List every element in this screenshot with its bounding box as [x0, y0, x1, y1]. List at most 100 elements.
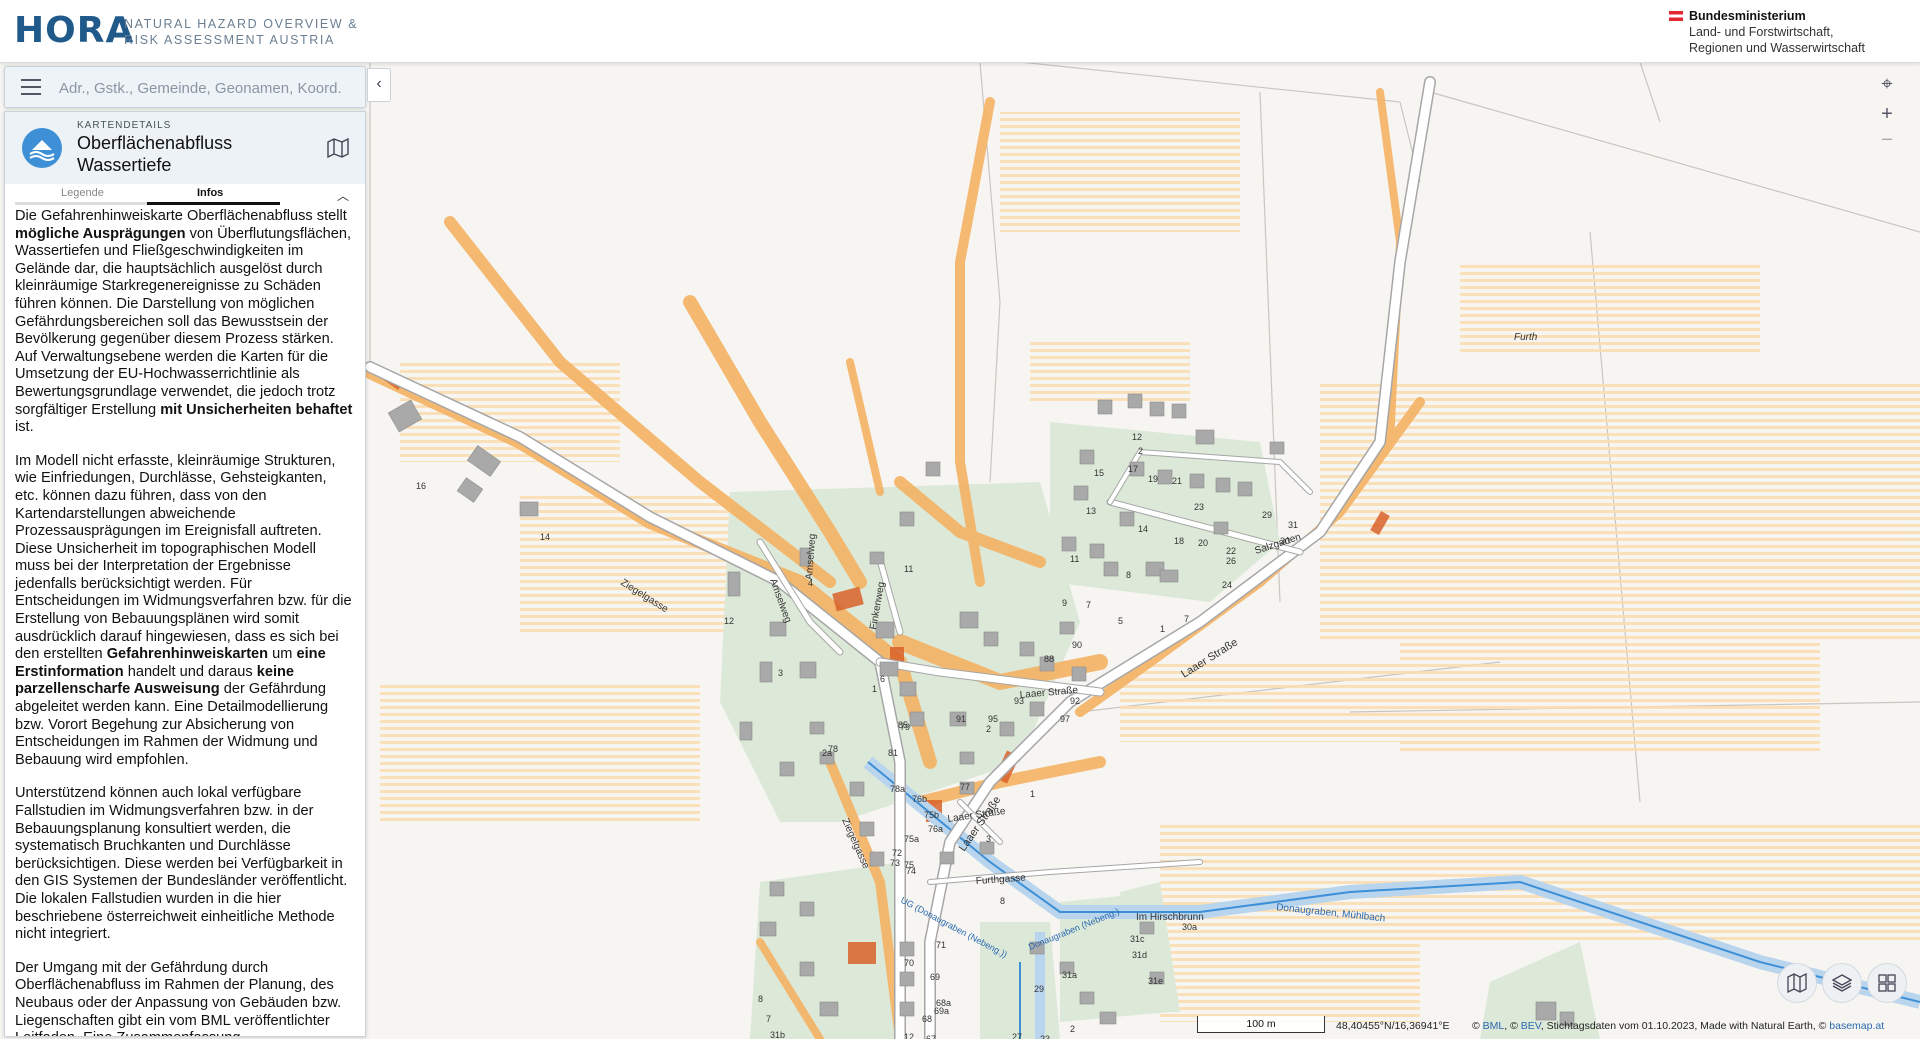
panel-header: KARTENDETAILS Oberflächenabfluss Wassert… [5, 112, 365, 184]
attribution-text: © [1472, 1020, 1483, 1032]
info-bold-text: Gefahrenhinweiskarten [106, 646, 269, 663]
house-number-label: 31c [1130, 934, 1145, 944]
ministry-line2: Land- und Forstwirtschaft, [1689, 25, 1834, 39]
info-bold-text: mit Unsicherheiten behaftet [160, 401, 353, 418]
house-number-label: 4 [808, 578, 813, 588]
house-number-label: 92 [1070, 696, 1080, 706]
zoom-in-icon[interactable]: + [1872, 100, 1902, 128]
tab-legende[interactable]: Legende [61, 187, 104, 199]
house-number-label: 11 [904, 564, 913, 574]
app-header: HORA Natural Hazard Overview & Risk Asse… [0, 0, 1920, 63]
house-number-label: 70 [904, 958, 914, 968]
tab-infos[interactable]: Infos [197, 187, 223, 199]
info-text-run: Die Gefahrenhinweiskarte Oberflächenabfl… [15, 208, 347, 224]
house-number-label: 23 [1040, 1034, 1050, 1039]
house-number-label: 16 [416, 481, 426, 491]
house-number-label: 6 [880, 674, 885, 684]
house-number-label: 9 [1062, 598, 1067, 608]
locate-icon[interactable]: ⌖ [1872, 70, 1902, 98]
house-number-label: 3 [778, 668, 783, 678]
menu-icon[interactable] [21, 79, 41, 95]
house-number-label: 77 [960, 782, 970, 792]
house-number-label: 12 [904, 1032, 914, 1039]
house-number-label: 8 [758, 994, 763, 1004]
house-number-label: 79 [900, 722, 910, 732]
house-number-label: 24 [1222, 580, 1232, 590]
house-number-label: 14 [540, 532, 550, 542]
zoom-out-icon[interactable]: − [1872, 126, 1902, 154]
info-text-run: Im Modell nicht erfasste, kleinräumige S… [15, 452, 352, 663]
house-number-label: 31b [770, 1030, 785, 1039]
house-number-label: 76b [912, 794, 927, 804]
house-number-label: 97 [1060, 714, 1070, 724]
house-number-label: 31a [1062, 970, 1077, 980]
logo-subtitle-line1: Natural Hazard Overview & [124, 17, 359, 31]
info-text-run: handelt und daraus [123, 663, 257, 680]
coordinates-readout: 48,40455°N/16,36941°E [1336, 1020, 1450, 1032]
attribution-link[interactable]: basemap.at [1829, 1020, 1884, 1032]
house-number-label: 23 [1194, 502, 1204, 512]
attribution-link[interactable]: BEV [1521, 1020, 1541, 1032]
basemap-button[interactable] [1777, 963, 1817, 1003]
chevron-up-icon[interactable]: ︿ [337, 187, 349, 204]
layers-button[interactable] [1822, 963, 1862, 1003]
logo-subtitle-line2: Risk Assessment Austria [124, 33, 335, 47]
layers-icon [1832, 974, 1852, 992]
house-number-label: 75a [904, 834, 919, 844]
info-bold-text: mögliche Ausprägungen [15, 225, 186, 242]
house-number-label: 2 [986, 724, 991, 734]
house-number-label: 71 [936, 940, 946, 950]
house-number-label: 72 [892, 848, 902, 858]
house-number-label: 19 [1148, 474, 1158, 484]
collapse-chevron-icon: ‹ [376, 75, 382, 92]
house-number-label: 7 [1086, 600, 1091, 610]
info-paragraph: Der Umgang mit der Gefährdung durch Ober… [15, 960, 353, 1036]
grid-button[interactable] [1867, 963, 1907, 1003]
house-number-label: 5 [1118, 616, 1123, 626]
house-number-label: 1 [1030, 789, 1035, 799]
house-number-label: 29 [1262, 510, 1272, 520]
ministry-line3: Regionen und Wasserwirtschaft [1689, 41, 1866, 55]
info-paragraph: Die Gefahrenhinweiskarte Oberflächenabfl… [15, 208, 353, 437]
house-number-label: 67 [926, 1034, 936, 1039]
search-input[interactable] [57, 75, 351, 101]
info-text-run: um [268, 646, 297, 663]
house-number-label: 2a [822, 748, 832, 758]
map-icon[interactable] [327, 137, 349, 159]
house-number-label: 2 [1070, 1024, 1075, 1034]
search-bar [4, 66, 366, 108]
attribution-text: , © [1504, 1020, 1521, 1032]
house-number-label: 68 [922, 1014, 932, 1024]
info-text-run: ist. [15, 419, 34, 436]
house-number-label: 73 [890, 858, 900, 868]
info-paragraph: Im Modell nicht erfasste, kleinräumige S… [15, 453, 353, 770]
house-number-label: 31d [1132, 950, 1147, 960]
collapse-panel-button[interactable]: ‹ [367, 68, 391, 102]
scale-bar: 100 m [1197, 1016, 1325, 1033]
house-number-label: 22 [1226, 546, 1236, 556]
house-number-label: 15 [1094, 468, 1104, 478]
house-number-label: 81 [888, 748, 898, 758]
map-details-panel: KARTENDETAILS Oberflächenabfluss Wassert… [4, 111, 366, 1037]
house-number-label: 8 [1126, 570, 1131, 580]
house-number-label: 91 [956, 714, 966, 724]
house-number-label: 76a [928, 824, 943, 834]
section-label: KARTENDETAILS [77, 120, 172, 131]
attribution: © BML, © BEV, Stichtagsdaten vom 01.10.2… [1472, 1020, 1884, 1032]
house-number-label: 90 [1072, 640, 1082, 650]
house-number-label: 88 [1044, 654, 1054, 664]
house-number-label: 12 [724, 616, 734, 626]
house-number-label: 17 [1128, 464, 1138, 474]
ministry-name: Bundesministerium [1689, 9, 1806, 23]
layer-flood-icon [22, 128, 62, 168]
house-number-label: 95 [988, 714, 998, 724]
info-paragraph: Unterstützend können auch lokal verfügba… [15, 785, 353, 943]
house-number-label: 8 [1000, 896, 1005, 906]
panel-tabs: Legende Infos ︿ [15, 184, 355, 205]
attribution-text: , Stichtagsdaten vom 01.10.2023, Made wi… [1540, 1020, 1830, 1032]
ministry-logo[interactable]: Bundesministerium Land- und Forstwirtsch… [1669, 8, 1866, 56]
basemap-icon [1787, 973, 1807, 993]
info-text: Die Gefahrenhinweiskarte Oberflächenabfl… [15, 208, 353, 1036]
hora-logo[interactable]: HORA [14, 10, 134, 51]
attribution-link[interactable]: BML [1483, 1020, 1505, 1032]
